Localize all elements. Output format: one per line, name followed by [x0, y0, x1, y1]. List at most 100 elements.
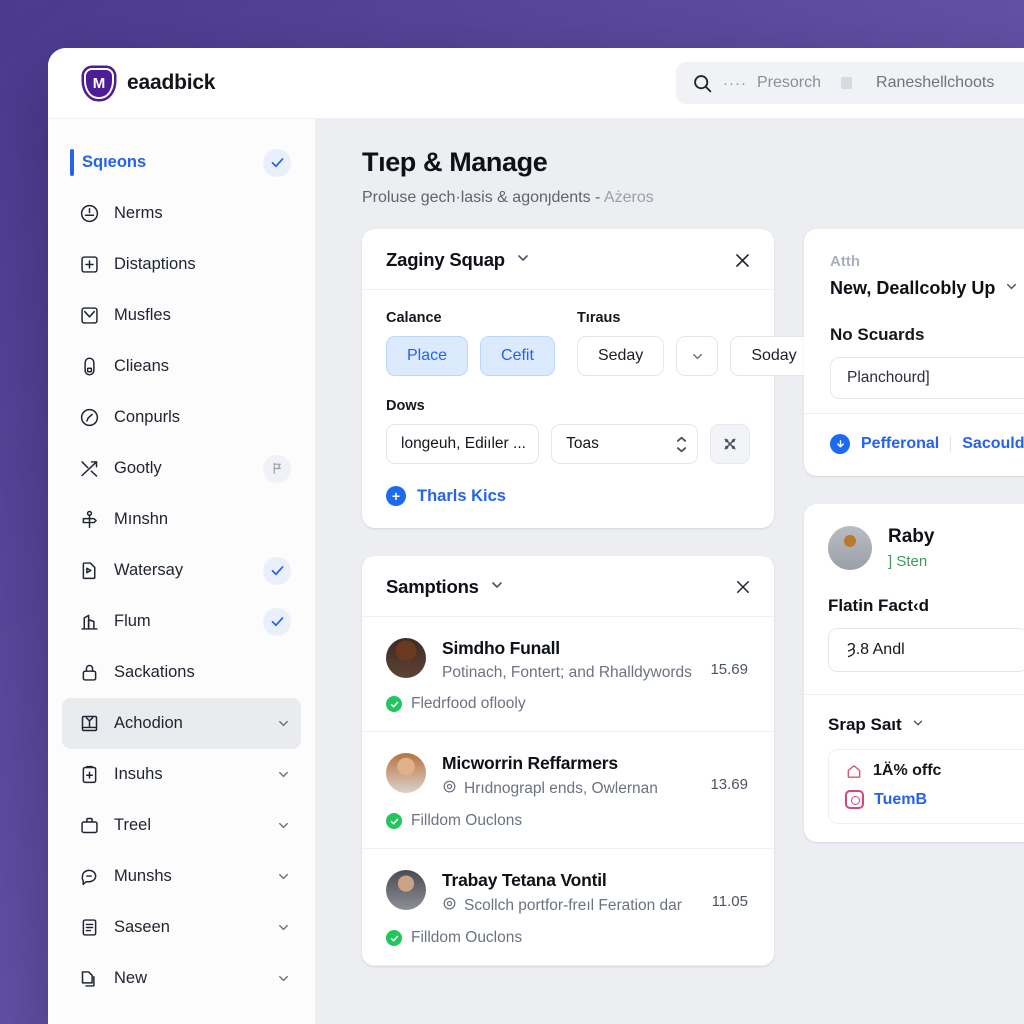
cefit-button[interactable]: Cefit	[480, 336, 555, 376]
list-row-meta-text: Potinach, Fontert; and Rhalldywords	[442, 664, 692, 681]
seday-button[interactable]: Seday	[576, 336, 665, 376]
add-item-label: Tharls Kics	[417, 486, 506, 505]
sidebar-item-label: Flum	[114, 612, 151, 630]
right-column: Atth New, Deallcobly Up No Scuards Planc…	[804, 229, 1024, 842]
list-row-text: Micworrin Reffarmers Hrıdnograpl ends, Ow…	[442, 753, 658, 799]
status-badge: Filldom Ouclons	[386, 812, 750, 830]
list-row-text: Trabay Tetana Vontil Scollch portfor-freı…	[442, 870, 682, 916]
sidebar-item-musfles[interactable]: Musfles	[62, 290, 301, 341]
search-placeholder-text: Presorch	[756, 74, 822, 91]
close-icon[interactable]	[734, 578, 752, 596]
sidebar-item-new[interactable]: New	[62, 953, 301, 1004]
plus-square-icon	[78, 254, 100, 276]
avatar	[386, 870, 426, 910]
sidebar-item-label: Mınshn	[114, 510, 169, 528]
sidebar-item-distaptions[interactable]: Distaptions	[62, 239, 301, 290]
chevron-down-icon[interactable]	[515, 250, 531, 271]
side-card-footer-primary[interactable]: Pefferonal	[861, 435, 939, 453]
brand-name: eaadbick	[127, 71, 216, 94]
shuffle-action-button[interactable]	[710, 424, 750, 464]
dropdown-toggle-button[interactable]	[676, 336, 719, 376]
group-tiraus-label: Tıraus	[576, 310, 621, 326]
footer-divider	[950, 436, 952, 452]
sidebar-item-nerms[interactable]: Nerms	[62, 188, 301, 239]
chevron-down-icon[interactable]	[276, 716, 291, 731]
dows-group: Dows longeuh, Ediıler ... Toas + Tharls …	[386, 398, 750, 506]
side-card-footer-secondary[interactable]: Sacould	[962, 435, 1024, 453]
download-circle-icon	[830, 434, 850, 454]
sidebar-item-insuhs[interactable]: Insuhs	[62, 749, 301, 800]
sidebar-item-sackations[interactable]: Sackations	[62, 647, 301, 698]
check-circle-icon	[386, 813, 402, 829]
profile-name-block: Raby ] Sten	[888, 526, 934, 570]
sidebar-nav-list: Sqıeons Nerms Distaptions Musfles Clieans Con…	[62, 137, 301, 1004]
side-card-title-row[interactable]: New, Deallcobly Up	[830, 278, 1024, 299]
sidebar-item-achodion[interactable]: Achodion	[62, 698, 301, 749]
stepper-icon[interactable]	[676, 436, 687, 453]
share-doc-icon	[78, 560, 100, 582]
chevron-down-icon[interactable]	[276, 920, 291, 935]
list-row-meta-text: Scollch portfor-freıl Feration dar	[464, 897, 682, 914]
side-card-input[interactable]: Planchourd]	[830, 357, 1024, 399]
sidebar-item-m-nshn[interactable]: Mınshn	[62, 494, 301, 545]
table-row[interactable]: Trabay Tetana Vontil Scollch portfor-freı…	[362, 849, 774, 966]
list-row-amount: 15.69	[710, 661, 748, 678]
chevron-down-icon[interactable]	[1004, 278, 1019, 299]
brand-logo-letter: M	[92, 74, 106, 92]
profile-name: Raby	[888, 526, 935, 547]
dows-label: Dows	[386, 398, 425, 414]
sidebar-item-flum[interactable]: Flum	[62, 596, 301, 647]
sidebar-item-label: Gootly	[114, 459, 162, 477]
chevron-down-icon[interactable]	[276, 767, 291, 782]
avatar	[828, 526, 872, 570]
shuffle-icon	[78, 458, 100, 480]
sidebar-item-treel[interactable]: Treel	[62, 800, 301, 851]
chevron-down-icon[interactable]	[489, 577, 505, 598]
sidebar-item-gootly[interactable]: Gootly	[62, 443, 301, 494]
sidebar-item-label: Sackations	[114, 663, 195, 681]
list-row-amount: 13.69	[710, 776, 748, 793]
profile-metric-chip[interactable]: Ȝ.8 Andl	[828, 628, 1024, 672]
content-grid: Zaginy Squap Calance Place Cefit Tıraus …	[362, 229, 1024, 966]
sidebar-item-label: New	[114, 969, 148, 987]
chevron-down-icon[interactable]	[276, 818, 291, 833]
signpost-icon	[78, 509, 100, 531]
group-tiraus-buttons: Seday Soday	[576, 336, 818, 376]
list-row-name: Micworrin Reffarmers	[442, 753, 618, 773]
profile-row2-header[interactable]: Srap Saıt	[804, 695, 1024, 735]
chevron-down-icon[interactable]	[276, 971, 291, 986]
search-input[interactable]: ···· Presorch Raneshellchoots	[676, 62, 1024, 104]
chevron-down-icon[interactable]	[276, 869, 291, 884]
page-subtitle-text: Proluse gech·lasis & agonȷdents -	[362, 189, 604, 206]
list-row-top: Micworrin Reffarmers Hrıdnograpl ends, Ow…	[386, 753, 750, 799]
sidebar-item-munshs[interactable]: Munshs	[62, 851, 301, 902]
brand[interactable]: M eaadbick	[84, 67, 216, 99]
search-icon	[692, 73, 713, 94]
sidebar-item-clieans[interactable]: Clieans	[62, 341, 301, 392]
sidebar-item-label: Insuhs	[114, 765, 163, 783]
settings-card-title: Zaginy Squap	[386, 249, 505, 270]
table-row[interactable]: Micworrin Reffarmers Hrıdnograpl ends, Ow…	[362, 732, 774, 849]
dows-select[interactable]: Toas	[551, 424, 699, 464]
list-row-name: Simdho Funall	[442, 638, 560, 658]
chevron-down-icon[interactable]	[911, 716, 925, 735]
list-rows: Simdho Funall Potinach, Fontert; and Rhal…	[362, 617, 774, 966]
close-icon[interactable]	[733, 251, 752, 270]
status-badge: Filldom Ouclons	[386, 929, 750, 947]
lock-icon	[78, 662, 100, 684]
page-subtitle: Proluse gech·lasis & agonȷdents - Ażeros	[362, 189, 1024, 207]
group-calance-buttons: Place Cefit	[386, 336, 555, 376]
add-item-link[interactable]: + Tharls Kics	[386, 486, 750, 506]
sidebar-item-saseen[interactable]: Saseen	[62, 902, 301, 953]
place-button[interactable]: Place	[386, 336, 469, 376]
check-circle-icon	[386, 930, 402, 946]
dows-select-value: Toas	[566, 435, 599, 452]
sidebar-item-conpurls[interactable]: Conpurls	[62, 392, 301, 443]
sidebar-item-watersay[interactable]: Watersay	[62, 545, 301, 596]
table-row[interactable]: Simdho Funall Potinach, Fontert; and Rhal…	[362, 617, 774, 732]
profile-link-line[interactable]: TuemB	[845, 790, 1024, 809]
sidebar-item-sq-eons[interactable]: Sqıeons	[62, 137, 301, 188]
plus-circle-icon: +	[386, 486, 406, 506]
main-content: Tıep & Manage Proluse gech·lasis & agonȷ…	[316, 119, 1024, 1024]
dows-text-input[interactable]: longeuh, Ediıler ...	[386, 424, 540, 464]
